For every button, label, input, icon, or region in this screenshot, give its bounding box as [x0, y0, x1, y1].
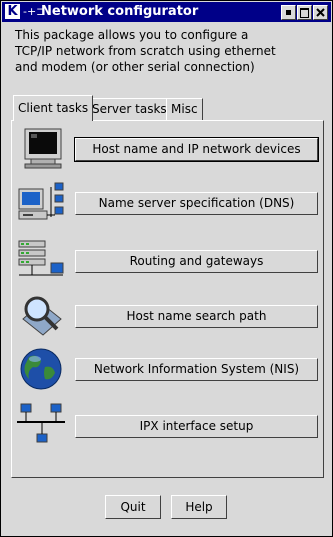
- minimize-button[interactable]: [281, 5, 296, 20]
- routers-icon: [18, 240, 64, 276]
- monitor-icon: [24, 128, 62, 169]
- network-configurator-window: K -+⊐ Network configurator This package …: [0, 0, 333, 537]
- window-title: Network configurator: [41, 4, 199, 19]
- help-button[interactable]: Help: [171, 495, 227, 519]
- magnifier-icon: [22, 296, 62, 336]
- host-name-ip-devices-button[interactable]: Host name and IP network devices: [74, 137, 319, 162]
- computers-network-icon: [18, 182, 64, 220]
- tab-misc[interactable]: Misc: [166, 98, 203, 120]
- close-icon: [316, 8, 325, 17]
- globe-icon: [20, 348, 62, 390]
- ipx-network-icon: [17, 403, 65, 443]
- description-text: This package allows you to configure a T…: [15, 27, 315, 75]
- description-line: and modem (or other serial connection): [15, 60, 255, 74]
- description-line: This package allows you to configure a: [15, 28, 249, 42]
- maximize-icon: [300, 8, 309, 18]
- ipx-interface-setup-button[interactable]: IPX interface setup: [75, 415, 318, 438]
- nis-button[interactable]: Network Information System (NIS): [75, 358, 318, 381]
- tab-client-tasks[interactable]: Client tasks: [13, 95, 94, 121]
- kde-logo-icon[interactable]: K: [5, 4, 20, 19]
- close-button[interactable]: [313, 5, 328, 20]
- maximize-button[interactable]: [297, 5, 312, 20]
- minimize-icon: [286, 10, 291, 15]
- title-bar[interactable]: K -+⊐ Network configurator: [2, 2, 331, 22]
- routing-gateways-button[interactable]: Routing and gateways: [75, 250, 318, 273]
- name-server-dns-button[interactable]: Name server specification (DNS): [75, 192, 318, 215]
- quit-button[interactable]: Quit: [105, 495, 161, 519]
- host-name-search-path-button[interactable]: Host name search path: [75, 305, 318, 328]
- description-line: TCP/IP network from scratch using ethern…: [15, 44, 276, 58]
- tab-server-tasks[interactable]: Server tasks: [87, 98, 172, 120]
